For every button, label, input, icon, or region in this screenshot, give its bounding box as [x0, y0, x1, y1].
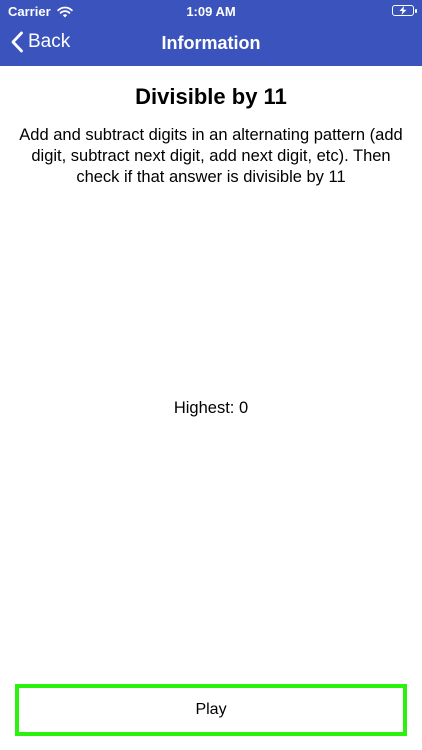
- status-bar: Carrier 1:09 AM: [0, 0, 422, 22]
- highest-score-value: 0: [238, 399, 249, 417]
- highest-score: Highest: 0: [0, 399, 422, 418]
- nav-title: Information: [161, 33, 261, 53]
- charging-bolt-icon: [399, 6, 407, 15]
- play-button-label: Play: [195, 701, 227, 718]
- page-heading: Divisible by 11: [135, 84, 287, 109]
- battery-icon: [392, 5, 417, 16]
- top-bar: Carrier 1:09 AM Back Information: [0, 0, 422, 66]
- navigation-bar: Back Information: [0, 22, 422, 66]
- play-button[interactable]: Play: [15, 684, 407, 736]
- clock: 1:09 AM: [186, 4, 236, 19]
- highest-score-label: Highest:: [173, 399, 239, 417]
- rule-description: Add and subtract digits in an alternatin…: [19, 126, 403, 186]
